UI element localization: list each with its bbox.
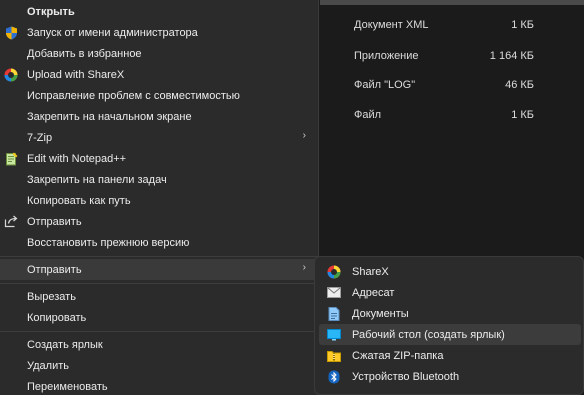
submenu-item-desktop-shortcut[interactable]: Рабочий стол (создать ярлык): [319, 324, 581, 345]
menu-item-label: Удалить: [27, 359, 69, 372]
menu-item-add-favorites[interactable]: Добавить в избранное: [0, 43, 318, 64]
menu-item-label: Добавить в избранное: [27, 47, 142, 60]
blank-icon: [4, 47, 18, 61]
selected-row-fragment[interactable]: [320, 0, 584, 5]
blank-icon: [4, 338, 18, 352]
submenu-item-label: Сжатая ZIP-папка: [352, 349, 444, 362]
menu-item-copy-path[interactable]: Копировать как путь: [0, 190, 318, 211]
menu-item-run-as-admin[interactable]: Запуск от имени администратора: [0, 22, 318, 43]
bluetooth-icon: [327, 370, 341, 384]
menu-item-copy[interactable]: Копировать: [0, 307, 318, 328]
submenu-item-label: Документы: [352, 307, 409, 320]
blank-icon: [4, 5, 18, 19]
file-row[interactable]: Приложение 1 164 КБ: [354, 46, 534, 66]
menu-item-share[interactable]: Отправить: [0, 211, 318, 232]
menu-item-label: Копировать как путь: [27, 194, 131, 207]
menu-item-label: Отправить: [27, 215, 82, 228]
zip-folder-icon: [327, 349, 341, 363]
file-row[interactable]: Файл 1 КБ: [354, 105, 534, 125]
file-size: 1 164 КБ: [489, 50, 534, 62]
file-type: Файл "LOG": [354, 79, 416, 91]
file-row[interactable]: Документ XML 1 КБ: [354, 15, 534, 35]
blank-icon: [4, 110, 18, 124]
menu-item-label: 7-Zip: [27, 131, 53, 144]
blank-icon: [4, 290, 18, 304]
submenu-item-sharex[interactable]: ShareX: [319, 261, 581, 282]
file-type: Файл: [354, 109, 382, 121]
file-size: 1 КБ: [511, 19, 534, 31]
shield-icon: [4, 26, 18, 40]
chevron-right-icon: ›: [302, 262, 306, 273]
blank-icon: [4, 89, 18, 103]
blank-icon: [4, 311, 18, 325]
blank-icon: [4, 380, 18, 394]
blank-icon: [4, 263, 18, 277]
menu-item-label: Вырезать: [27, 290, 76, 303]
screen: Документ XML 1 КБ Приложение 1 164 КБ Фа…: [0, 0, 584, 395]
file-row[interactable]: Файл "LOG" 46 КБ: [354, 75, 534, 95]
menu-item-pin-taskbar[interactable]: Закрепить на панели задач: [0, 169, 318, 190]
menu-item-label: Восстановить прежнюю версию: [27, 236, 190, 249]
submenu-item-label: ShareX: [352, 265, 389, 278]
blank-icon: [4, 236, 18, 250]
blank-icon: [4, 359, 18, 373]
submenu-item-bluetooth[interactable]: Устройство Bluetooth: [319, 366, 581, 387]
menu-item-label: Создать ярлык: [27, 338, 103, 351]
submenu-item-zip-folder[interactable]: Сжатая ZIP-папка: [319, 345, 581, 366]
menu-item-label: Edit with Notepad++: [27, 152, 127, 165]
submenu-item-label: Адресат: [352, 286, 395, 299]
menu-item-label: Открыть: [27, 5, 75, 18]
menu-item-delete[interactable]: Удалить: [0, 355, 318, 376]
menu-item-cut[interactable]: Вырезать: [0, 286, 318, 307]
submenu-item-mail-recipient[interactable]: Адресат: [319, 282, 581, 303]
menu-item-create-shortcut[interactable]: Создать ярлык: [0, 334, 318, 355]
menu-item-rename[interactable]: Переименовать: [0, 376, 318, 395]
menu-item-compat-troubleshoot[interactable]: Исправление проблем с совместимостью: [0, 85, 318, 106]
menu-item-edit-notepad[interactable]: Edit with Notepad++: [0, 148, 318, 169]
menu-item-label: Переименовать: [27, 380, 108, 393]
send-to-submenu: ShareX Адресат Документы Рабочий стол (с…: [314, 256, 584, 395]
file-size: 46 КБ: [505, 79, 534, 91]
menu-item-label: Запуск от имени администратора: [27, 26, 198, 39]
menu-item-pin-start[interactable]: Закрепить на начальном экране: [0, 106, 318, 127]
menu-item-label: Закрепить на начальном экране: [27, 110, 192, 123]
menu-divider: [0, 283, 318, 284]
menu-item-label: Исправление проблем с совместимостью: [27, 89, 240, 102]
file-type: Приложение: [354, 50, 419, 62]
menu-item-label: Копировать: [27, 311, 87, 324]
menu-item-label: Upload with ShareX: [27, 68, 125, 81]
context-menu: Открыть Запуск от имени администратора Д…: [0, 0, 319, 395]
file-size: 1 КБ: [511, 109, 534, 121]
sharex-icon: [327, 265, 341, 279]
submenu-item-documents[interactable]: Документы: [319, 303, 581, 324]
menu-divider: [0, 331, 318, 332]
blank-icon: [4, 194, 18, 208]
menu-item-7zip[interactable]: 7-Zip ›: [0, 127, 318, 148]
menu-item-label: Закрепить на панели задач: [27, 173, 167, 186]
notepad-icon: [4, 152, 18, 166]
chevron-right-icon: ›: [302, 130, 306, 141]
file-type: Документ XML: [354, 19, 429, 31]
menu-item-open[interactable]: Открыть: [0, 1, 318, 22]
blank-icon: [4, 131, 18, 145]
menu-item-restore-version[interactable]: Восстановить прежнюю версию: [0, 232, 318, 253]
blank-icon: [4, 173, 18, 187]
menu-item-label: Отправить: [27, 263, 82, 276]
sharex-icon: [4, 68, 18, 82]
share-icon: [4, 215, 18, 229]
submenu-item-label: Устройство Bluetooth: [352, 370, 460, 383]
documents-icon: [327, 306, 341, 321]
mail-icon: [327, 286, 341, 300]
desktop-icon: [327, 328, 341, 342]
menu-item-upload-sharex[interactable]: Upload with ShareX: [0, 64, 318, 85]
submenu-item-label: Рабочий стол (создать ярлык): [352, 328, 505, 341]
menu-divider: [0, 256, 318, 257]
menu-item-send-to[interactable]: Отправить ›: [0, 259, 318, 280]
